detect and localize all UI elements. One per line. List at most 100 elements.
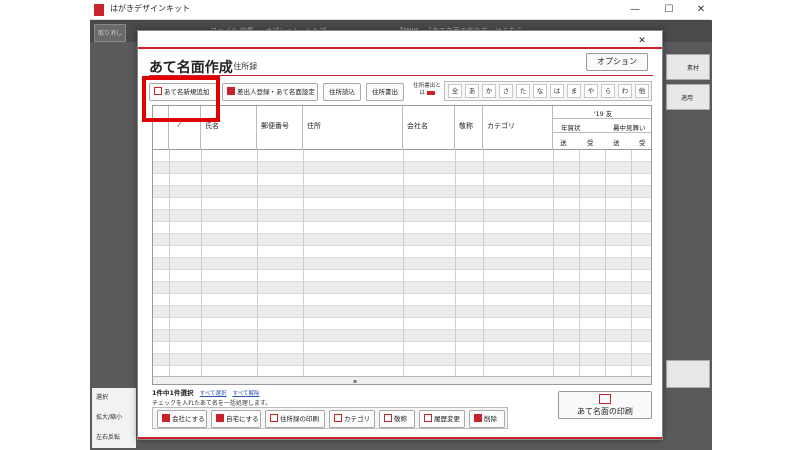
- table-row[interactable]: [153, 198, 651, 210]
- col-zip-label: 郵便番号: [261, 122, 289, 130]
- col-honorific-label: 敬称: [459, 122, 473, 130]
- kana-tab-na[interactable]: な: [533, 84, 547, 98]
- honorific-button[interactable]: 敬称: [379, 410, 415, 428]
- select-all-link[interactable]: すべて選択: [200, 391, 227, 397]
- left-tool-panel: 選択 拡大/縮小 左右反転: [92, 388, 136, 448]
- export-button[interactable]: 住所書出: [366, 83, 404, 101]
- sender-settings-button[interactable]: 差出人登録・あて名面設定: [222, 83, 318, 101]
- building-icon: [162, 414, 170, 422]
- right-panel-card-3[interactable]: [666, 360, 710, 388]
- grid-line: [303, 150, 304, 384]
- group-divider: [553, 132, 651, 133]
- table-row[interactable]: [153, 162, 651, 174]
- table-row[interactable]: [153, 258, 651, 270]
- kana-tab-a[interactable]: あ: [465, 84, 479, 98]
- check-note: チェックを入れたあて名を一括処理します。: [152, 400, 272, 407]
- table-row[interactable]: [153, 246, 651, 258]
- print-list-button[interactable]: 住所録の印刷: [265, 410, 325, 428]
- col-company[interactable]: 会社名: [403, 106, 455, 150]
- honorific-label: 敬称: [394, 415, 407, 423]
- sender-settings-label: 差出人登録・あて名面設定: [237, 88, 315, 96]
- table-row[interactable]: [153, 234, 651, 246]
- kana-tab-ha[interactable]: は: [550, 84, 564, 98]
- kana-tab-other[interactable]: 他: [635, 84, 649, 98]
- apply-label: 適用: [681, 95, 694, 102]
- selection-info: 1件中1件選択 すべて選択 すべて解除: [152, 387, 260, 397]
- select-tool[interactable]: 選択: [96, 392, 108, 401]
- set-home-button[interactable]: 自宅にする: [211, 410, 261, 428]
- col-category-label: カテゴリ: [487, 122, 515, 130]
- kana-tab-sa[interactable]: さ: [499, 84, 513, 98]
- right-panel-card-2[interactable]: 適用: [666, 84, 710, 110]
- scroll-grip-icon: ▪: [353, 378, 358, 385]
- import-button[interactable]: 住所読込: [323, 83, 361, 101]
- about-export-link[interactable]: 住所書出とは: [411, 83, 443, 97]
- option-button[interactable]: オプション: [586, 53, 648, 71]
- info-icon: [426, 90, 435, 95]
- sub-send-2: 送: [613, 139, 620, 147]
- col-address-label: 住所: [307, 122, 321, 130]
- sender-icon: [227, 87, 235, 95]
- undo-button[interactable]: 取り消し: [94, 24, 126, 42]
- table-row[interactable]: [153, 186, 651, 198]
- table-row[interactable]: [153, 282, 651, 294]
- table-row[interactable]: [153, 330, 651, 342]
- col-honorific[interactable]: 敬称: [455, 106, 483, 150]
- grid-line: [483, 150, 484, 384]
- material-label: 素材: [687, 65, 700, 72]
- kana-tab-ya[interactable]: や: [584, 84, 598, 98]
- table-row[interactable]: [153, 174, 651, 186]
- year-label: '19 友: [593, 110, 613, 118]
- kana-tab-wa[interactable]: わ: [618, 84, 632, 98]
- grid-line: [257, 150, 258, 384]
- grid-line: [553, 150, 554, 384]
- col-name-label: 氏名: [205, 122, 219, 130]
- table-row[interactable]: [153, 342, 651, 354]
- col-company-label: 会社名: [407, 122, 428, 130]
- delete-label: 削除: [484, 415, 497, 423]
- sub-send-1: 送: [560, 139, 567, 147]
- set-company-button[interactable]: 会社にする: [157, 410, 207, 428]
- table-row[interactable]: [153, 294, 651, 306]
- grid-line: [403, 150, 404, 384]
- col-address[interactable]: 住所: [303, 106, 403, 150]
- table-row[interactable]: [153, 150, 651, 162]
- category-label: カテゴリ: [344, 415, 370, 423]
- maximize-button[interactable]: ☐: [654, 1, 684, 19]
- deselect-all-link[interactable]: すべて解除: [233, 391, 260, 397]
- window-close-button[interactable]: ✕: [686, 1, 716, 19]
- table-row[interactable]: [153, 354, 651, 366]
- trash-icon: [474, 414, 482, 422]
- kana-filter: 全 あ か さ た な は ま や ら わ 他: [444, 81, 652, 101]
- kana-tab-all[interactable]: 全: [448, 84, 462, 98]
- col-history: '19 友 年賀状 暑中見舞い 送 受 送 受: [553, 106, 651, 150]
- table-row[interactable]: [153, 318, 651, 330]
- kana-tab-ma[interactable]: ま: [567, 84, 581, 98]
- category-button[interactable]: カテゴリ: [329, 410, 375, 428]
- print-address-button[interactable]: あて名面の印刷: [558, 391, 652, 419]
- history-button[interactable]: 履歴変更: [419, 410, 465, 428]
- title-divider: [149, 75, 653, 76]
- table-row[interactable]: [153, 270, 651, 282]
- flip-tool[interactable]: 左右反転: [96, 432, 120, 441]
- shochu-label: 暑中見舞い: [613, 124, 646, 132]
- table-row[interactable]: [153, 222, 651, 234]
- grid-line: [605, 150, 606, 384]
- history-icon: [424, 414, 432, 422]
- table-row[interactable]: [153, 210, 651, 222]
- zoom-tool[interactable]: 拡大/縮小: [96, 412, 122, 421]
- kana-tab-ra[interactable]: ら: [601, 84, 615, 98]
- folder-icon: [334, 414, 342, 422]
- table-row[interactable]: [153, 306, 651, 318]
- delete-button[interactable]: 削除: [469, 410, 505, 428]
- grid-line: [631, 150, 632, 384]
- kana-tab-ta[interactable]: た: [516, 84, 530, 98]
- horizontal-scrollbar[interactable]: ▪: [153, 376, 651, 384]
- right-panel-card[interactable]: 素材: [666, 54, 710, 80]
- col-category[interactable]: カテゴリ: [483, 106, 553, 150]
- dialog-close-button[interactable]: ✕: [630, 35, 654, 47]
- history-label: 履歴変更: [434, 415, 460, 423]
- minimize-button[interactable]: —: [620, 1, 650, 19]
- kana-tab-ka[interactable]: か: [482, 84, 496, 98]
- col-zip[interactable]: 郵便番号: [257, 106, 303, 150]
